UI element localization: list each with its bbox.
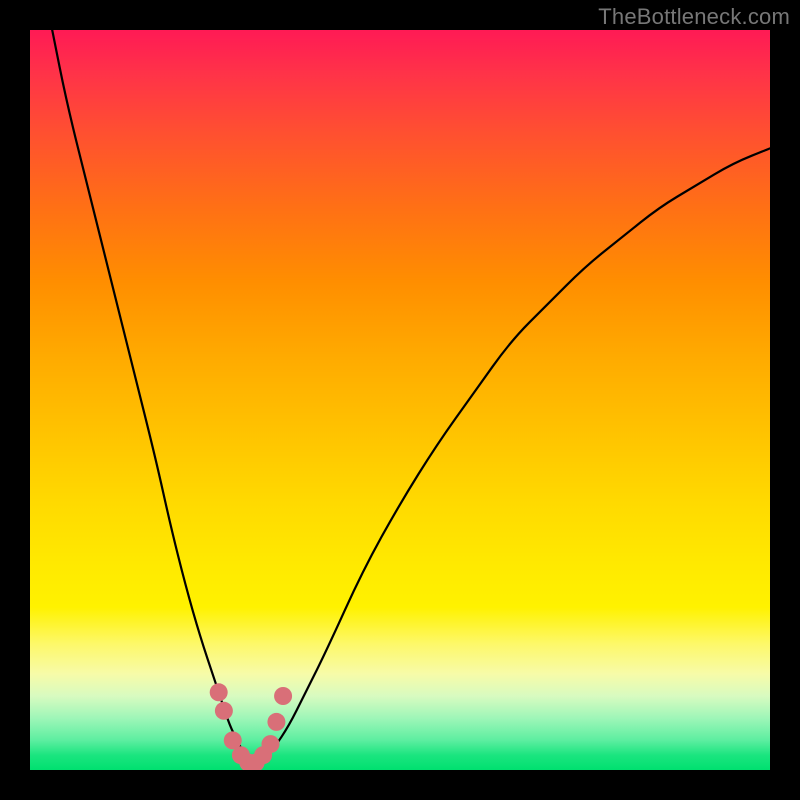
curve-markers — [210, 683, 292, 770]
curve-svg — [30, 30, 770, 770]
marker-point — [262, 735, 280, 753]
marker-point — [215, 702, 233, 720]
watermark-text: TheBottleneck.com — [598, 4, 790, 30]
plot-area — [30, 30, 770, 770]
marker-point — [274, 687, 292, 705]
marker-point — [210, 683, 228, 701]
chart-frame: TheBottleneck.com — [0, 0, 800, 800]
bottleneck-curve — [52, 30, 770, 763]
marker-point — [267, 713, 285, 731]
